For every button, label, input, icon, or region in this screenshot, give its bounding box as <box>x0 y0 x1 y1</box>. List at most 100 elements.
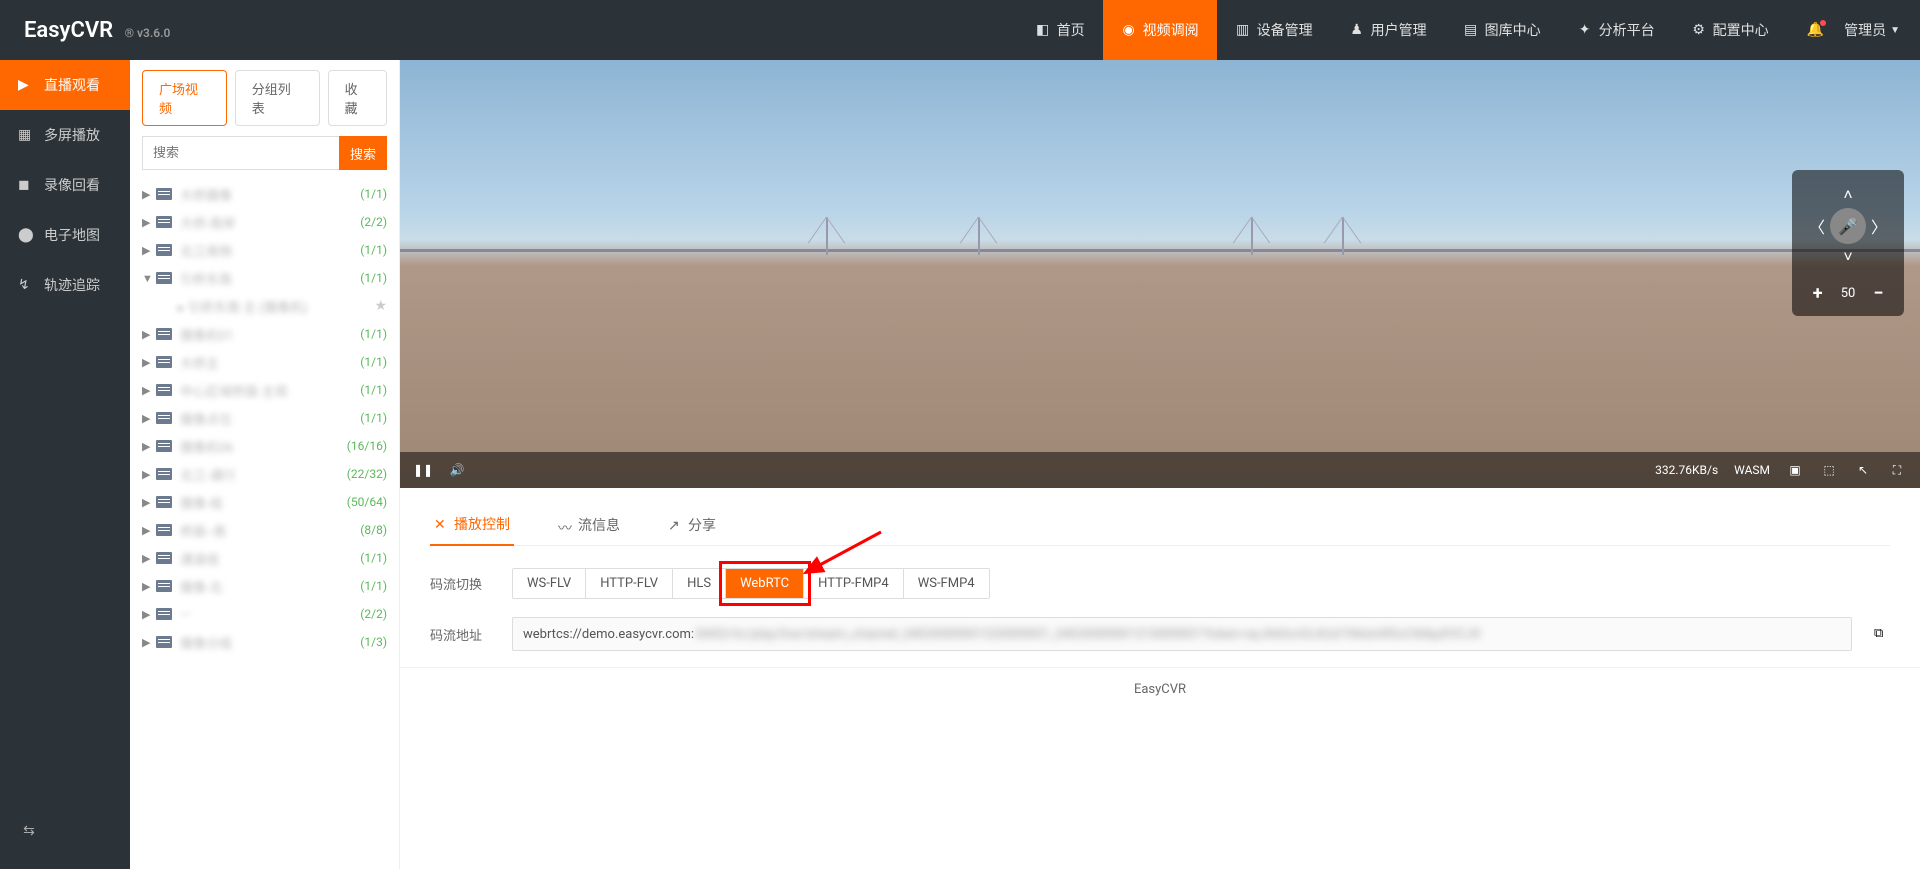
nav-analysis[interactable]: ✦分析平台 <box>1559 0 1673 60</box>
protocol-webrtc[interactable]: WebRTC <box>726 569 804 598</box>
fullscreen-button[interactable]: ⛶ <box>1888 461 1906 479</box>
tree-item-count: (1/1) <box>360 355 387 369</box>
tree-item[interactable]: ▼引桥东南(1/1) <box>136 264 393 292</box>
play-circle-icon: ◉ <box>1121 22 1137 38</box>
nav-device[interactable]: ▥设备管理 <box>1217 0 1331 60</box>
zoom-in-button[interactable]: + <box>1807 282 1829 304</box>
tree-item[interactable]: ▶北江南侧(1/1) <box>136 236 393 264</box>
tab-stream-info[interactable]: 〰流信息 <box>554 504 624 545</box>
footer: EasyCVR <box>400 667 1920 711</box>
stream-switch-label: 码流切换 <box>430 574 498 593</box>
tree-item[interactable]: ▶摄像机06(16/16) <box>136 432 393 460</box>
ptz-toggle-button[interactable]: ↖ <box>1854 461 1872 479</box>
nav-config[interactable]: ⚙配置中心 <box>1673 0 1787 60</box>
protocol-ws-flv[interactable]: WS-FLV <box>513 569 586 598</box>
stream-url-box[interactable]: webrtcs://demo.easycvr.com: 8443/rtc/pla… <box>512 617 1852 651</box>
tree-item[interactable]: ▶桥面--南(8/8) <box>136 516 393 544</box>
sidebar-collapse-button[interactable]: ⇆ <box>0 813 58 849</box>
device-icon <box>156 188 172 200</box>
caret-icon: ▶ <box>142 384 156 397</box>
tree-item-label: 摄像点位 <box>180 409 360 428</box>
device-icon <box>156 328 172 340</box>
nav-label: 配置中心 <box>1713 20 1769 40</box>
tab-playback-control[interactable]: ✕播放控制 <box>430 504 514 546</box>
ptz-left-button[interactable]: 〈 <box>1804 213 1830 239</box>
tree-tab-fav[interactable]: 收藏 <box>328 70 387 126</box>
sidebar-multiscreen[interactable]: ▦多屏播放 <box>0 110 130 160</box>
stream-panel: ✕播放控制 〰流信息 ↗分享 码流切换 WS-FLVHTTP-FLVHLSWeb… <box>400 488 1920 667</box>
tree-search-input[interactable] <box>142 136 339 170</box>
tree-item[interactable]: ▶摄像-组(50/64) <box>136 488 393 516</box>
plus-icon: + <box>1813 283 1823 304</box>
sidebar-emap[interactable]: ⬤电子地图 <box>0 210 130 260</box>
caret-icon: ▶ <box>142 468 156 481</box>
sidebar-label: 电子地图 <box>44 225 100 245</box>
protocol-hls[interactable]: HLS <box>673 569 726 598</box>
tree-item[interactable]: ▶摄像-北(1/1) <box>136 572 393 600</box>
tree-item-count: (1/1) <box>360 551 387 565</box>
tree-item[interactable]: ▶通道组(1/1) <box>136 544 393 572</box>
video-player[interactable]: ˄ ˅ 〈 〉 🎤 + 50 − ❚❚ 🔊 332.76KB/s WASM <box>400 60 1920 488</box>
caret-icon: ▼ <box>142 272 156 285</box>
copy-url-button[interactable]: ⧉ <box>1874 626 1890 642</box>
protocol-http-fmp4[interactable]: HTTP-FMP4 <box>804 569 904 598</box>
nav-label: 视频调阅 <box>1143 20 1199 40</box>
snapshot-button[interactable]: ▣ <box>1786 461 1804 479</box>
tree-item[interactable]: ▶大桥摄像(1/1) <box>136 180 393 208</box>
ptz-right-button[interactable]: 〉 <box>1866 213 1892 239</box>
tree-item[interactable]: ▶大桥主(1/1) <box>136 348 393 376</box>
tree-item-label: 中心区域桥面-主视 <box>180 381 360 400</box>
user-menu[interactable]: 管理员▼ <box>1844 20 1900 40</box>
tab-share[interactable]: ↗分享 <box>664 504 720 545</box>
tree-search-button[interactable]: 搜索 <box>339 136 387 170</box>
device-icon <box>156 384 172 396</box>
sidebar-live[interactable]: ▶直播观看 <box>0 60 130 110</box>
tree-item[interactable]: ▶大桥-南岸(2/2) <box>136 208 393 236</box>
ptz-panel: ˄ ˅ 〈 〉 🎤 + 50 − <box>1792 170 1904 316</box>
sidebar-label: 录像回看 <box>44 175 100 195</box>
tree-item-label: 摄像机06 <box>180 437 347 456</box>
ptz-down-button[interactable]: ˅ <box>1835 244 1861 270</box>
volume-button[interactable]: 🔊 <box>448 461 466 479</box>
bitrate-text: 332.76KB/s <box>1655 463 1718 477</box>
notifications-button[interactable]: 🔔 <box>1807 22 1824 38</box>
top-bar: EasyCVR ® v3.6.0 ◧首页 ◉视频调阅 ▥设备管理 ♟用户管理 ▤… <box>0 0 1920 60</box>
play-icon: ▶ <box>18 77 34 93</box>
tree-item[interactable]: ▶摄像点位(1/1) <box>136 404 393 432</box>
record-button[interactable]: ⬚ <box>1820 461 1838 479</box>
sidebar-playback[interactable]: ◼录像回看 <box>0 160 130 210</box>
tree-tab-group[interactable]: 分组列表 <box>235 70 320 126</box>
ptz-up-button[interactable]: ˄ <box>1835 182 1861 208</box>
nav-home[interactable]: ◧首页 <box>1017 0 1103 60</box>
tree-item-label: 北江-通行 <box>180 465 347 484</box>
caret-icon: ▶ <box>142 496 156 509</box>
ptz-mic-button[interactable]: 🎤 <box>1830 208 1866 244</box>
collapse-icon: ⇆ <box>23 823 35 839</box>
tree-item-child[interactable]: ▸ 引桥东南·主·(摄像机)★ <box>136 292 393 320</box>
image-icon: ▤ <box>1463 22 1479 38</box>
tree-item-label: 引桥东南 <box>180 269 360 288</box>
tree-item[interactable]: ▶摄像分组(1/3) <box>136 628 393 656</box>
copy-icon: ⧉ <box>1874 626 1883 641</box>
tree-item[interactable]: ▶中心区域桥面-主视(1/1) <box>136 376 393 404</box>
star-icon[interactable]: ★ <box>374 298 387 314</box>
tree-item-label: 大桥-南岸 <box>180 213 360 232</box>
pause-button[interactable]: ❚❚ <box>414 461 432 479</box>
sidebar-track[interactable]: ↯轨迹追踪 <box>0 260 130 310</box>
protocol-http-flv[interactable]: HTTP-FLV <box>586 569 673 598</box>
tree-item-label: ▸ 引桥东南·主·(摄像机) <box>178 297 374 316</box>
tree-tab-plaza[interactable]: 广场视频 <box>142 70 227 126</box>
share-icon: ↗ <box>668 518 682 532</box>
zoom-out-button[interactable]: − <box>1867 282 1889 304</box>
nav-gallery[interactable]: ▤图库中心 <box>1445 0 1559 60</box>
tree-list[interactable]: ▶大桥摄像(1/1)▶大桥-南岸(2/2)▶北江南侧(1/1)▼引桥东南(1/1… <box>130 180 399 869</box>
protocol-ws-fmp4[interactable]: WS-FMP4 <box>904 569 989 598</box>
nav-video[interactable]: ◉ 视频调阅 <box>1103 0 1217 60</box>
tree-item[interactable]: ▶---(2/2) <box>136 600 393 628</box>
tree-item[interactable]: ▶摄像机01(1/1) <box>136 320 393 348</box>
dashboard-icon: ◧ <box>1035 22 1051 38</box>
tree-item[interactable]: ▶北江-通行(22/32) <box>136 460 393 488</box>
nav-user[interactable]: ♟用户管理 <box>1331 0 1445 60</box>
device-icon <box>156 244 172 256</box>
tree-item-count: (2/2) <box>360 215 387 229</box>
